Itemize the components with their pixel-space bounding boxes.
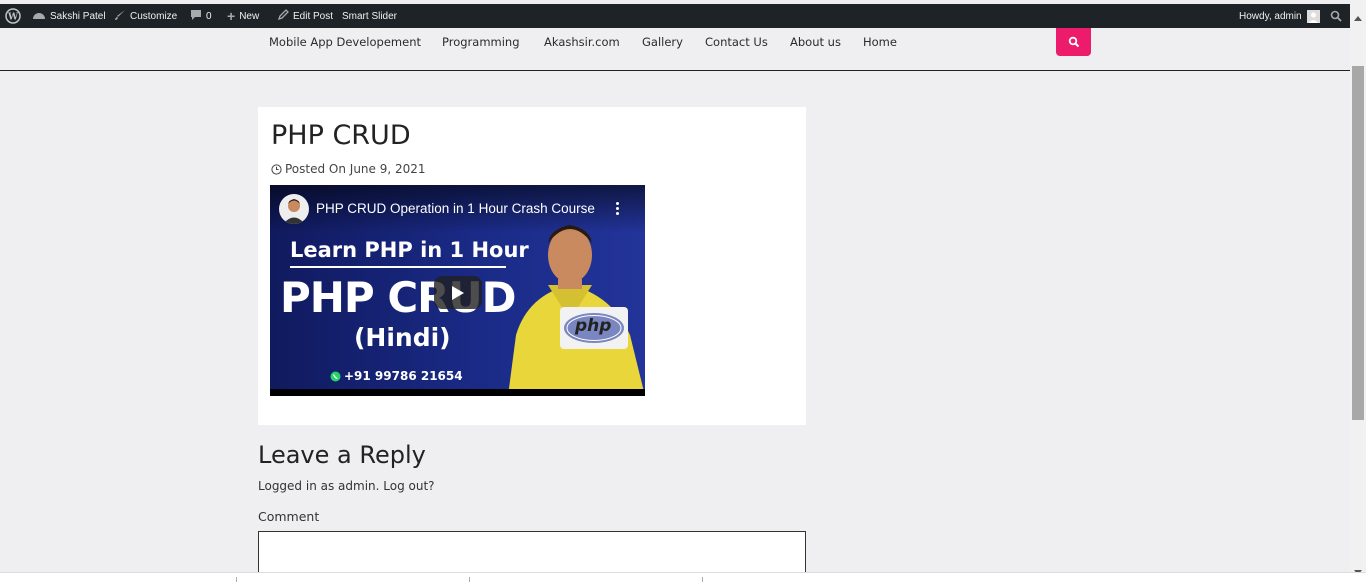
nav-item-gallery[interactable]: Gallery (642, 35, 683, 49)
headline-underline (290, 266, 506, 268)
whatsapp-icon (330, 371, 341, 381)
php-logo-text: php (575, 316, 612, 336)
svg-text:W: W (7, 13, 19, 23)
phone-line: +91 99786 21654 (330, 369, 463, 383)
comments-link[interactable]: 0 (190, 4, 212, 28)
nav-item-mobile-app[interactable]: Mobile App Developement (269, 35, 421, 49)
logged-in-as-link[interactable]: Logged in as admin. Log out? (258, 479, 435, 493)
nav-item-akashsir[interactable]: Akashsir.com (544, 35, 620, 49)
wordpress-logo-icon[interactable]: W (5, 4, 21, 28)
comment-bubble-icon (190, 9, 202, 24)
nav-item-about-us[interactable]: About us (790, 35, 841, 49)
comments-count: 0 (206, 10, 212, 22)
more-options-icon[interactable] (616, 202, 619, 216)
scrollbar-thumb[interactable] (1352, 66, 1364, 420)
video-headline: Learn PHP in 1 Hour (290, 238, 529, 262)
site-name-label: Sakshi Patel (50, 10, 106, 22)
strip-divider (236, 577, 237, 582)
phone-number: +91 99786 21654 (344, 369, 463, 383)
smart-slider-label: Smart Slider (342, 10, 398, 22)
site-name-link[interactable]: Sakshi Patel (32, 4, 106, 28)
post-meta: Posted On June 9, 2021 (271, 162, 426, 176)
strip-divider (702, 577, 703, 582)
strip-divider (469, 577, 470, 582)
brush-icon (114, 9, 126, 24)
edit-post-link[interactable]: Edit Post (277, 4, 333, 28)
post-date: Posted On June 9, 2021 (285, 162, 426, 176)
site-header: Mobile App Developement Programming Akas… (0, 28, 1350, 71)
comment-label: Comment (258, 509, 320, 524)
new-label: New (239, 10, 260, 22)
admin-search-icon[interactable] (1330, 4, 1342, 28)
clock-icon (271, 163, 282, 175)
customize-label: Customize (130, 10, 178, 22)
reply-title: Leave a Reply (258, 441, 426, 469)
video-title[interactable]: PHP CRUD Operation in 1 Hour Crash Cours… (316, 201, 595, 216)
video-language: (Hindi) (354, 323, 451, 352)
howdy-label: Howdy, admin (1239, 10, 1302, 22)
nav-item-contact-us[interactable]: Contact Us (705, 35, 768, 49)
smart-slider-link[interactable]: Smart Slider (342, 4, 397, 28)
admin-bar: W Sakshi Patel Customize 0 + New Edit Po… (0, 4, 1350, 28)
edit-post-label: Edit Post (293, 10, 334, 22)
plus-icon: + (227, 8, 236, 24)
my-account-link[interactable]: Howdy, admin (1239, 4, 1320, 28)
search-icon (1068, 36, 1079, 48)
scroll-up-arrow-icon[interactable] (1354, 6, 1362, 25)
post-title: PHP CRUD (271, 120, 411, 151)
pencil-icon (277, 8, 289, 24)
dashboard-icon (32, 9, 46, 24)
search-button[interactable] (1056, 28, 1091, 56)
customize-link[interactable]: Customize (114, 4, 177, 28)
video-bottom-bar (270, 389, 645, 396)
youtube-video-embed[interactable]: php Learn PHP in 1 Hour PHP CRUD (Hindi)… (270, 185, 645, 396)
avatar (1306, 9, 1320, 23)
play-button[interactable] (434, 276, 482, 309)
nav-item-programming[interactable]: Programming (442, 35, 520, 49)
nav-item-home[interactable]: Home (863, 35, 897, 49)
post-card: PHP CRUD Posted On June 9, 2021 php Lear… (258, 107, 806, 425)
play-icon (452, 285, 464, 300)
bottom-strip (0, 572, 1366, 583)
new-content-link[interactable]: + New (227, 4, 259, 28)
channel-avatar[interactable] (279, 194, 309, 224)
